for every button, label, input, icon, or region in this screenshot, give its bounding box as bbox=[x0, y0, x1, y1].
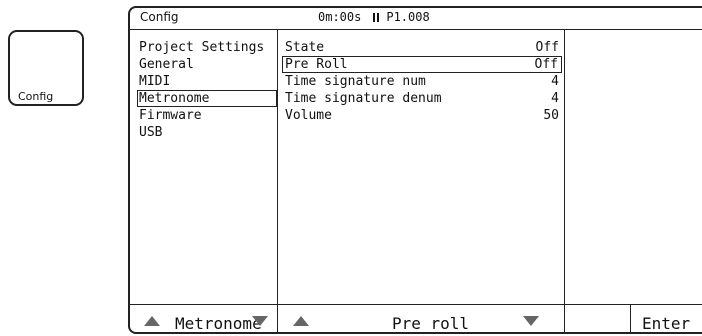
menu-item-firmware[interactable]: Firmware bbox=[137, 107, 277, 124]
param-label: Volume bbox=[285, 108, 332, 123]
metronome-params: State Off Pre Roll Off Time signature nu… bbox=[282, 39, 562, 124]
menu-item-midi[interactable]: MIDI bbox=[137, 73, 277, 90]
menu-item-general[interactable]: General bbox=[137, 56, 277, 73]
softkey-param-label: Pre roll bbox=[392, 314, 470, 333]
menu-item-metronome[interactable]: Metronome bbox=[137, 90, 277, 107]
param-row-state[interactable]: State Off bbox=[282, 39, 562, 56]
screen-title: Config bbox=[140, 10, 179, 24]
param-row-volume[interactable]: Volume 50 bbox=[282, 107, 562, 124]
param-value: 50 bbox=[543, 108, 559, 123]
param-row-time-signature-num[interactable]: Time signature num 4 bbox=[282, 73, 562, 90]
position-display: P1.008 bbox=[386, 10, 430, 24]
softkey-divider-2 bbox=[564, 305, 565, 332]
param-value: Off bbox=[534, 57, 558, 72]
time-display: 0m:00s bbox=[318, 10, 362, 24]
param-label: Time signature num bbox=[285, 74, 426, 89]
device-screen: Config 0m:00s P1.008 Project Settings Gen… bbox=[128, 6, 702, 334]
param-down-arrow-icon[interactable] bbox=[523, 316, 539, 326]
menu-up-arrow-icon[interactable] bbox=[144, 316, 160, 326]
soft-key-bar: Metronome Pre roll Enter bbox=[130, 304, 702, 333]
enter-softkey[interactable]: Enter bbox=[642, 314, 690, 332]
param-up-arrow-icon[interactable] bbox=[293, 316, 309, 326]
softkey-divider-1 bbox=[277, 305, 278, 332]
param-row-pre-roll[interactable]: Pre Roll Off bbox=[282, 56, 562, 73]
config-button-label: Config bbox=[18, 90, 54, 103]
column-divider-2 bbox=[564, 29, 565, 304]
param-label: State bbox=[285, 40, 325, 55]
param-row-time-signature-denum[interactable]: Time signature denum 4 bbox=[282, 90, 562, 107]
param-label: Pre Roll bbox=[285, 57, 348, 72]
column-divider-1 bbox=[277, 29, 278, 304]
config-menu: Project Settings General MIDI Metronome … bbox=[137, 39, 277, 141]
param-value: Off bbox=[535, 40, 559, 55]
menu-item-usb[interactable]: USB bbox=[137, 124, 277, 141]
pause-icon bbox=[373, 13, 380, 22]
param-value: 4 bbox=[551, 91, 559, 106]
menu-item-project-settings[interactable]: Project Settings bbox=[137, 39, 277, 56]
config-button[interactable]: Config bbox=[8, 30, 84, 106]
softkey-divider-3 bbox=[630, 305, 631, 332]
title-bar: Config 0m:00s P1.008 bbox=[130, 8, 702, 30]
param-label: Time signature denum bbox=[285, 91, 442, 106]
menu-down-arrow-icon[interactable] bbox=[252, 316, 268, 326]
transport-status: 0m:00s P1.008 bbox=[318, 10, 430, 24]
param-value: 4 bbox=[551, 74, 559, 89]
softkey-menu-label: Metronome bbox=[175, 314, 262, 333]
